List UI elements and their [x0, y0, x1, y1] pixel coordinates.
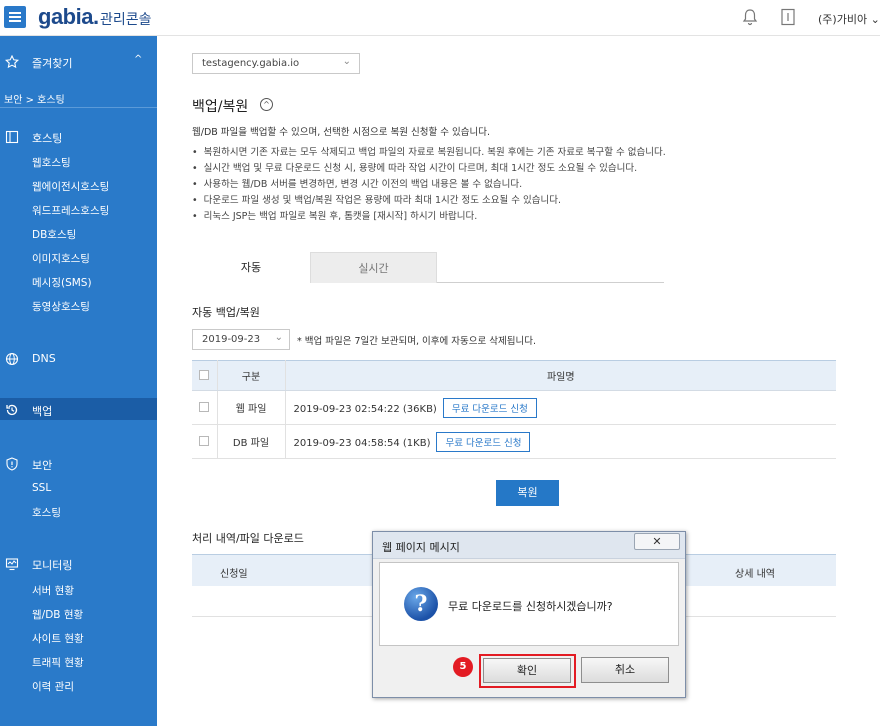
restore-button[interactable]: 복원 [496, 480, 559, 506]
dialog-message: 무료 다운로드를 신청하시겠습니까? [448, 600, 613, 613]
sidebar-item-security-hosting[interactable]: 호스팅 [32, 505, 61, 520]
section-title-history: 처리 내역/파일 다운로드 [192, 532, 304, 545]
table-row: 웹 파일 2019-09-23 02:54:22 (36KB) 무료 다운로드 신… [192, 390, 836, 425]
hosting-icon [5, 130, 19, 144]
section-title-auto-backup: 자동 백업/복원 [192, 306, 260, 319]
column-header-request-date: 신청일 [220, 569, 248, 580]
sidebar-item-webdb-status[interactable]: 웹/DB 현황 [32, 607, 83, 622]
dialog-title: 웹 페이지 메시지 [382, 541, 460, 554]
notice-list: 복원하시면 기존 자료는 모두 삭제되고 백업 파일의 자료로 복원됩니다. 복… [192, 145, 666, 225]
dialog-titlebar: 웹 페이지 메시지 ✕ [373, 532, 685, 559]
sidebar-item-sms[interactable]: 메시징(SMS) [32, 275, 92, 290]
chevron-down-icon: ⌄ [274, 332, 283, 343]
document-icon[interactable] [780, 8, 796, 29]
row-checkbox[interactable] [199, 402, 210, 412]
sidebar-item-traffic-status[interactable]: 트래픽 현황 [32, 655, 84, 670]
step-badge: 5 [453, 657, 473, 677]
notice-item: 복원하시면 기존 자료는 모두 삭제되고 백업 파일의 자료로 복원됩니다. 복… [192, 145, 666, 161]
page-title: 백업/복원 [192, 99, 249, 115]
sidebar-item-favorites[interactable]: 즐겨찾기 [32, 55, 72, 71]
column-header-filename: 파일명 [285, 360, 836, 391]
chevron-up-icon[interactable]: ^ [134, 54, 142, 65]
sidebar-item-ssl[interactable]: SSL [32, 482, 51, 494]
confirm-dialog: 웹 페이지 메시지 ✕ ? 무료 다운로드를 신청하시겠습니까? 5 확인 취소 [372, 531, 686, 698]
user-menu[interactable]: (주)가비아 ⌄ [818, 11, 880, 27]
ok-button[interactable]: 확인 [483, 658, 571, 683]
sidebar-item-hosting[interactable]: 호스팅 [32, 130, 62, 146]
sidebar-item-wordpress-hosting[interactable]: 워드프레스호스팅 [32, 203, 109, 218]
row-checkbox[interactable] [199, 436, 210, 446]
sidebar: 즐겨찾기 ^ 보안 > 호스팅 호스팅 웹호스팅 웹에이전시호스팅 워드프레스호… [0, 36, 157, 726]
notice-item: 사용하는 웹/DB 서버를 변경하면, 변경 시간 이전의 백업 내용은 볼 수… [192, 177, 666, 193]
shield-icon [5, 457, 19, 471]
row-file: 2019-09-23 04:58:54 (1KB) 무료 다운로드 신청 [285, 424, 836, 459]
chevron-down-icon: ⌄ [342, 56, 351, 67]
sidebar-item-agency-hosting[interactable]: 웹에이전시호스팅 [32, 179, 109, 194]
row-file: 2019-09-23 02:54:22 (36KB) 무료 다운로드 신청 [285, 390, 836, 425]
free-download-button[interactable]: 무료 다운로드 신청 [442, 397, 537, 418]
user-name: (주)가비아 [818, 13, 868, 26]
sidebar-item-web-hosting[interactable]: 웹호스팅 [32, 155, 71, 170]
table-header-row: 구분 파일명 [192, 360, 836, 391]
row-select-cell [192, 390, 218, 425]
dialog-body: ? 무료 다운로드를 신청하시겠습니까? [379, 562, 679, 646]
column-header-details: 상세 내역 [735, 569, 775, 580]
close-icon[interactable]: ✕ [634, 533, 680, 550]
sidebar-item-security[interactable]: 보안 [32, 457, 52, 473]
tab-realtime[interactable]: 실시간 [310, 252, 437, 283]
date-select[interactable]: 2019-09-23 ⌄ [192, 329, 290, 350]
gabia-logo[interactable]: gabia. [38, 4, 99, 30]
chevron-down-icon: ⌄ [870, 13, 880, 26]
tab-bar: 자동 실시간 [192, 252, 664, 283]
history-icon [5, 403, 19, 417]
row-filename: 2019-09-23 04:58:54 (1KB) [293, 437, 431, 449]
globe-icon [5, 352, 19, 366]
retention-note: * 백업 파일은 7일간 보관되며, 이후에 자동으로 삭제됩니다. [297, 336, 536, 347]
bell-icon[interactable] [742, 8, 758, 29]
page-description: 웹/DB 파일을 백업할 수 있으며, 선택한 시점으로 복원 신청할 수 있습… [192, 127, 490, 138]
select-all-checkbox[interactable] [199, 370, 210, 380]
sidebar-active-highlight [0, 398, 157, 420]
free-download-button[interactable]: 무료 다운로드 신청 [436, 431, 531, 452]
question-icon: ? [404, 587, 438, 621]
row-type: 웹 파일 [217, 390, 286, 425]
domain-select-value: testagency.gabia.io [202, 58, 300, 69]
sidebar-item-video-hosting[interactable]: 동영상호스팅 [32, 299, 90, 314]
date-select-value: 2019-09-23 [202, 334, 261, 345]
column-header-type: 구분 [217, 360, 286, 391]
cancel-button[interactable]: 취소 [581, 657, 669, 683]
top-bar: gabia. 관리콘솔 (주)가비아 ⌄ [0, 0, 880, 36]
sidebar-item-dns[interactable]: DNS [32, 352, 56, 365]
notice-item: 다운로드 파일 생성 및 백업/복원 작업은 용량에 따라 최대 1시간 정도 … [192, 193, 666, 209]
row-filename: 2019-09-23 02:54:22 (36KB) [293, 403, 437, 415]
sidebar-item-image-hosting[interactable]: 이미지호스팅 [32, 251, 90, 266]
star-icon [4, 54, 20, 69]
monitor-icon [5, 557, 19, 571]
breadcrumb: 보안 > 호스팅 [4, 95, 65, 106]
domain-select[interactable]: testagency.gabia.io ⌄ [192, 53, 360, 74]
row-type: DB 파일 [217, 424, 286, 459]
sidebar-item-site-status[interactable]: 사이트 현황 [32, 631, 84, 646]
collapse-icon[interactable]: ^ [260, 98, 273, 111]
divider [0, 107, 157, 108]
row-select-cell [192, 424, 218, 459]
sidebar-item-server-status[interactable]: 서버 현황 [32, 583, 74, 598]
backup-table: 구분 파일명 웹 파일 2019-09-23 02:54:22 (36KB) 무료… [192, 360, 836, 459]
tab-auto[interactable]: 자동 [192, 252, 310, 283]
sidebar-item-monitoring[interactable]: 모니터링 [32, 557, 72, 573]
menu-icon[interactable] [4, 6, 26, 28]
console-title: 관리콘솔 [100, 12, 152, 28]
select-all-cell [192, 360, 218, 391]
notice-item: 리눅스 JSP는 백업 파일로 복원 후, 톰캣을 [재시작] 하시기 바랍니다… [192, 209, 666, 225]
sidebar-item-db-hosting[interactable]: DB호스팅 [32, 227, 76, 242]
table-row: DB 파일 2019-09-23 04:58:54 (1KB) 무료 다운로드 신… [192, 424, 836, 459]
sidebar-item-backup[interactable]: 백업 [32, 403, 52, 419]
notice-item: 실시간 백업 및 무료 다운로드 신청 시, 용량에 따라 작업 시간이 다르며… [192, 161, 666, 177]
sidebar-item-history[interactable]: 이력 관리 [32, 679, 74, 694]
